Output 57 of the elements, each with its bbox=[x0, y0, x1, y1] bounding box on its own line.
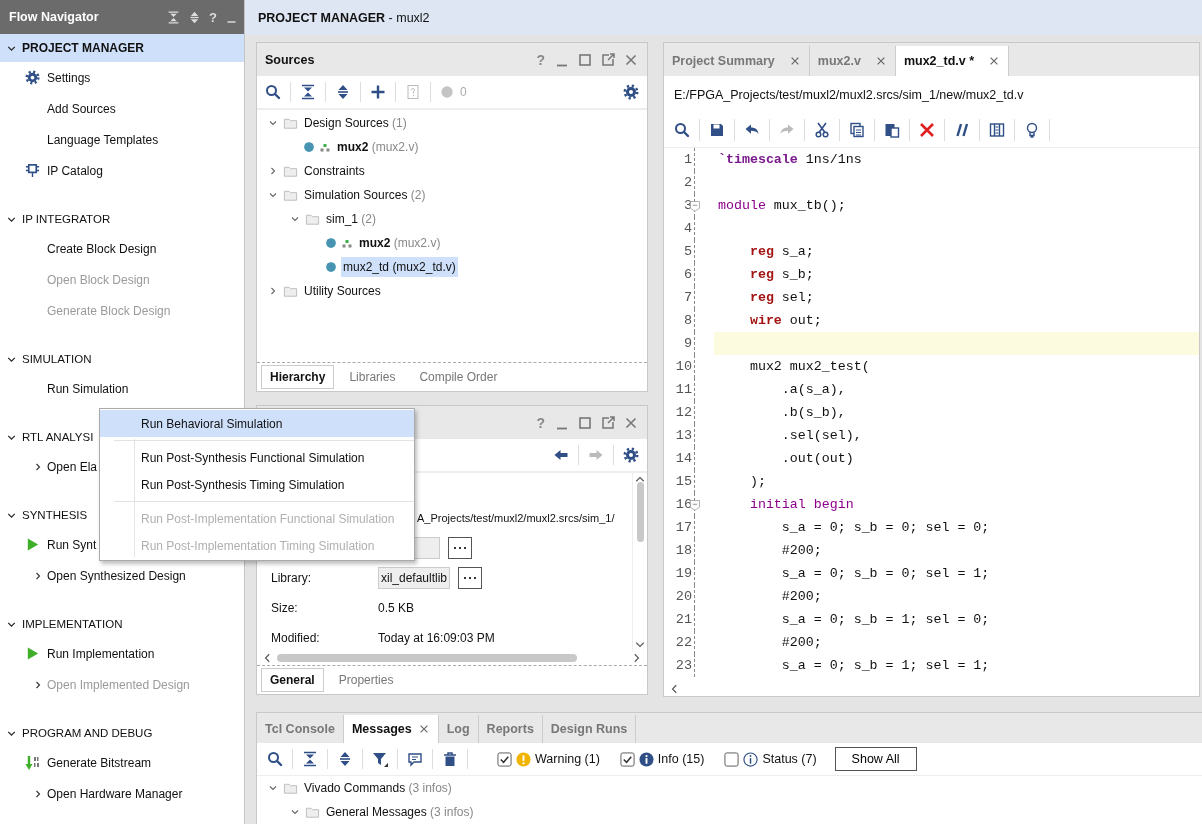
line-number: 7 bbox=[682, 290, 692, 305]
code-line: #200; bbox=[780, 588, 823, 606]
code-line: reg sel; bbox=[748, 289, 815, 307]
line-number: 23 bbox=[674, 658, 692, 673]
code-line: ); bbox=[748, 473, 767, 491]
code-line: wire out; bbox=[748, 312, 823, 330]
field-label: Modified: bbox=[271, 631, 321, 645]
line-number: 19 bbox=[674, 566, 692, 581]
line-number: 1 bbox=[682, 152, 692, 167]
line-number: 2 bbox=[682, 175, 692, 190]
code-line: s_a = 0; s_b = 0; sel = 1; bbox=[780, 565, 991, 583]
code-line: .a(s_a), bbox=[780, 381, 847, 399]
code-line: .b(s_b), bbox=[780, 404, 847, 422]
line-number: 13 bbox=[674, 428, 692, 443]
filter-label: Info (15) bbox=[657, 752, 705, 766]
field-value: 0.5 KB bbox=[378, 601, 415, 615]
code-line: module mux_tb(); bbox=[717, 197, 847, 215]
code-line: mux2 mux2_test( bbox=[748, 358, 871, 376]
line-number: 3 bbox=[682, 198, 692, 213]
code-line: s_a = 0; s_b = 1; sel = 0; bbox=[780, 611, 991, 629]
line-number: 20 bbox=[674, 589, 692, 604]
code-line: s_a = 0; s_b = 1; sel = 1; bbox=[780, 657, 991, 675]
panel-title: Sources bbox=[265, 52, 315, 67]
line-number: 6 bbox=[682, 267, 692, 282]
line-number: 4 bbox=[682, 221, 692, 236]
line-number: 5 bbox=[682, 244, 692, 259]
field-value: Today at 16:09:03 PM bbox=[378, 631, 495, 645]
line-number: 10 bbox=[674, 359, 692, 374]
panel-title: Flow Navigator bbox=[9, 10, 99, 24]
view-title: PROJECT MANAGER - muxl2 bbox=[258, 10, 430, 25]
line-number: 21 bbox=[674, 612, 692, 627]
field-label: Size: bbox=[271, 601, 299, 615]
line-number: 9 bbox=[682, 336, 692, 351]
field-label: Library: bbox=[271, 571, 312, 585]
code-line: s_a = 0; s_b = 0; sel = 0; bbox=[780, 519, 991, 537]
code-line: .sel(sel), bbox=[780, 427, 863, 445]
line-number: 15 bbox=[674, 474, 692, 489]
line-number: 17 bbox=[674, 520, 692, 535]
code-line: reg s_b; bbox=[748, 266, 815, 284]
filter-label: Status (7) bbox=[762, 752, 817, 766]
code-line: #200; bbox=[780, 634, 823, 652]
line-number: 8 bbox=[682, 313, 692, 328]
line-number: 12 bbox=[674, 405, 692, 420]
code-line: `timescale 1ns/1ns bbox=[717, 151, 863, 169]
line-number: 16 bbox=[674, 497, 692, 512]
error-count: 0 bbox=[460, 85, 467, 99]
line-number: 11 bbox=[674, 382, 692, 397]
code-line: reg s_a; bbox=[748, 243, 815, 261]
file-path: A_Projects/test/muxl2/muxl2.srcs/sim_1/ bbox=[417, 512, 615, 524]
line-number: 18 bbox=[674, 543, 692, 558]
line-number: 22 bbox=[674, 635, 692, 650]
code-line: #200; bbox=[780, 542, 823, 560]
code-line: initial begin bbox=[748, 496, 855, 514]
file-path: E:/FPGA_Projects/test/muxl2/muxl2.srcs/sim_1/new/mux2_td.v bbox=[674, 87, 1024, 102]
code-line: .out(out) bbox=[780, 450, 855, 468]
line-number: 14 bbox=[674, 451, 692, 466]
filter-label: Warning (1) bbox=[535, 752, 600, 766]
